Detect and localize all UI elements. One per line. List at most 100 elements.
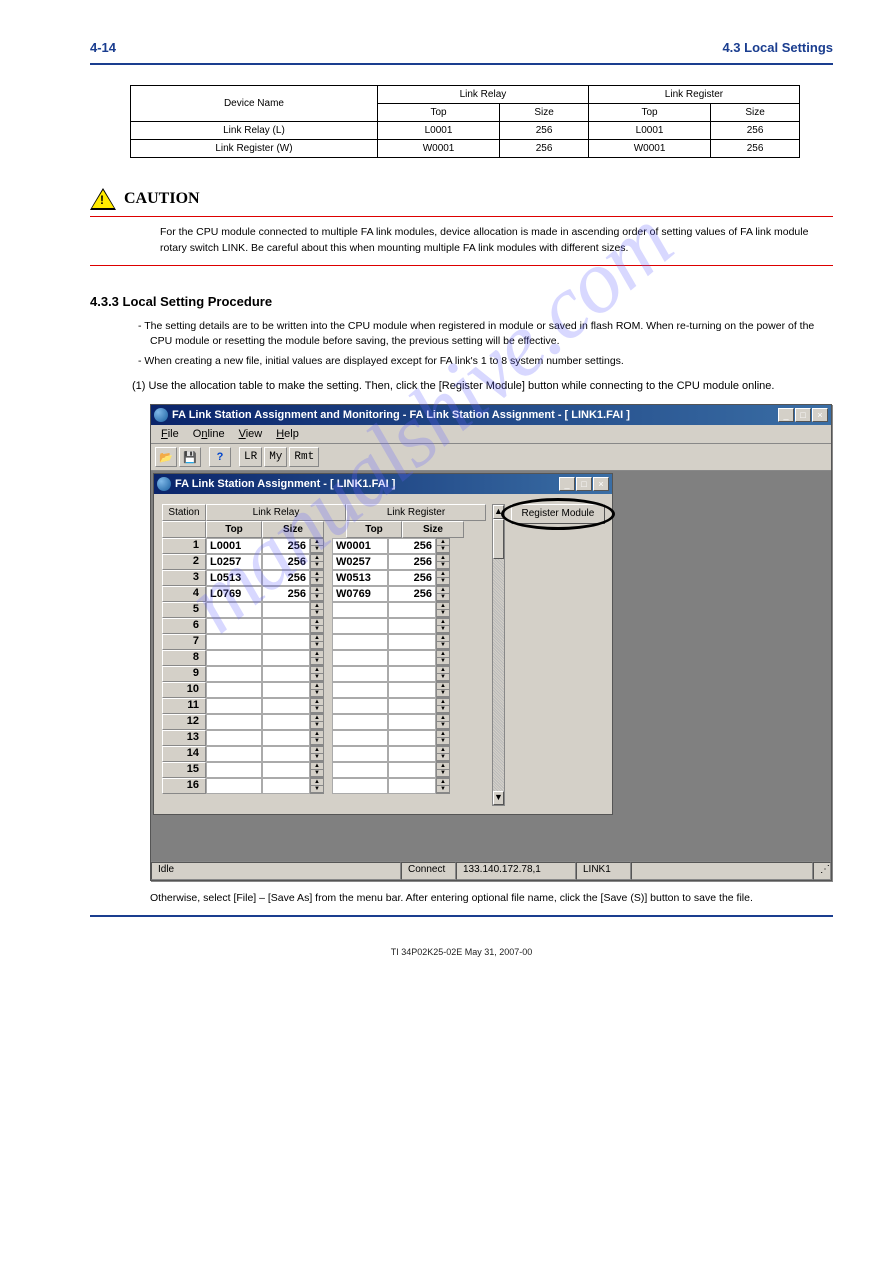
register-top-input[interactable]: [332, 618, 388, 634]
spin-control[interactable]: ▲▼: [436, 682, 450, 698]
spin-control[interactable]: ▲▼: [436, 714, 450, 730]
spin-control[interactable]: ▲▼: [436, 554, 450, 570]
maximize-button[interactable]: □: [795, 408, 811, 422]
child-titlebar[interactable]: FA Link Station Assignment - [ LINK1.FAI…: [154, 474, 612, 494]
register-top-input[interactable]: W0001: [332, 538, 388, 554]
register-size-input[interactable]: [388, 618, 436, 634]
register-top-input[interactable]: W0257: [332, 554, 388, 570]
relay-top-input[interactable]: [206, 634, 262, 650]
my-button[interactable]: My: [264, 447, 287, 467]
register-size-input[interactable]: 256: [388, 554, 436, 570]
minimize-button[interactable]: _: [778, 408, 794, 422]
relay-size-input[interactable]: 256: [262, 538, 310, 554]
relay-top-input[interactable]: L0513: [206, 570, 262, 586]
close-button[interactable]: ×: [812, 408, 828, 422]
spin-control[interactable]: ▲▼: [436, 746, 450, 762]
spin-control[interactable]: ▲▼: [436, 666, 450, 682]
register-size-input[interactable]: [388, 778, 436, 794]
spin-control[interactable]: ▲▼: [436, 538, 450, 554]
relay-size-input[interactable]: [262, 602, 310, 618]
register-size-input[interactable]: [388, 602, 436, 618]
relay-size-input[interactable]: [262, 666, 310, 682]
lr-button[interactable]: LR: [239, 447, 262, 467]
register-top-input[interactable]: W0513: [332, 570, 388, 586]
relay-top-input[interactable]: L0769: [206, 586, 262, 602]
spin-control[interactable]: ▲▼: [310, 714, 324, 730]
spin-control[interactable]: ▲▼: [310, 682, 324, 698]
spin-control[interactable]: ▲▼: [436, 650, 450, 666]
register-size-input[interactable]: [388, 762, 436, 778]
close-button[interactable]: ×: [593, 477, 609, 491]
spin-control[interactable]: ▲▼: [310, 730, 324, 746]
register-top-input[interactable]: [332, 698, 388, 714]
register-top-input[interactable]: [332, 682, 388, 698]
relay-top-input[interactable]: L0257: [206, 554, 262, 570]
relay-top-input[interactable]: L0001: [206, 538, 262, 554]
spin-control[interactable]: ▲▼: [310, 602, 324, 618]
relay-top-input[interactable]: [206, 682, 262, 698]
relay-size-input[interactable]: [262, 698, 310, 714]
spin-control[interactable]: ▲▼: [436, 762, 450, 778]
relay-top-input[interactable]: [206, 714, 262, 730]
spin-control[interactable]: ▲▼: [436, 778, 450, 794]
rmt-button[interactable]: Rmt: [289, 447, 319, 467]
relay-size-input[interactable]: 256: [262, 586, 310, 602]
spin-control[interactable]: ▲▼: [310, 666, 324, 682]
menu-view[interactable]: View: [233, 427, 269, 441]
spin-control[interactable]: ▲▼: [310, 778, 324, 794]
register-top-input[interactable]: W0769: [332, 586, 388, 602]
spin-control[interactable]: ▲▼: [310, 554, 324, 570]
open-button[interactable]: 📂: [155, 447, 177, 467]
relay-size-input[interactable]: [262, 746, 310, 762]
menu-file[interactable]: File: [155, 427, 185, 441]
register-size-input[interactable]: 256: [388, 570, 436, 586]
register-top-input[interactable]: [332, 746, 388, 762]
relay-top-input[interactable]: [206, 698, 262, 714]
spin-control[interactable]: ▲▼: [310, 586, 324, 602]
spin-control[interactable]: ▲▼: [310, 618, 324, 634]
save-button[interactable]: 💾: [179, 447, 201, 467]
relay-top-input[interactable]: [206, 778, 262, 794]
spin-control[interactable]: ▲▼: [310, 746, 324, 762]
menu-online[interactable]: Online: [187, 427, 231, 441]
register-size-input[interactable]: [388, 666, 436, 682]
menu-help[interactable]: Help: [270, 427, 305, 441]
scroll-thumb[interactable]: [493, 519, 504, 559]
relay-size-input[interactable]: [262, 634, 310, 650]
relay-size-input[interactable]: 256: [262, 570, 310, 586]
relay-top-input[interactable]: [206, 746, 262, 762]
relay-size-input[interactable]: [262, 762, 310, 778]
minimize-button[interactable]: _: [559, 477, 575, 491]
spin-control[interactable]: ▲▼: [310, 762, 324, 778]
register-top-input[interactable]: [332, 650, 388, 666]
vertical-scrollbar[interactable]: ▲ ▼: [492, 504, 505, 806]
register-size-input[interactable]: [388, 634, 436, 650]
scroll-down-icon[interactable]: ▼: [493, 791, 504, 805]
spin-control[interactable]: ▲▼: [436, 602, 450, 618]
relay-top-input[interactable]: [206, 666, 262, 682]
register-top-input[interactable]: [332, 762, 388, 778]
relay-top-input[interactable]: [206, 730, 262, 746]
register-top-input[interactable]: [332, 730, 388, 746]
spin-control[interactable]: ▲▼: [436, 634, 450, 650]
relay-top-input[interactable]: [206, 650, 262, 666]
relay-size-input[interactable]: [262, 618, 310, 634]
relay-size-input[interactable]: 256: [262, 554, 310, 570]
spin-control[interactable]: ▲▼: [436, 586, 450, 602]
relay-size-input[interactable]: [262, 682, 310, 698]
relay-top-input[interactable]: [206, 602, 262, 618]
relay-top-input[interactable]: [206, 618, 262, 634]
spin-control[interactable]: ▲▼: [310, 634, 324, 650]
relay-size-input[interactable]: [262, 778, 310, 794]
register-size-input[interactable]: [388, 698, 436, 714]
spin-control[interactable]: ▲▼: [436, 618, 450, 634]
spin-control[interactable]: ▲▼: [436, 698, 450, 714]
spin-control[interactable]: ▲▼: [436, 570, 450, 586]
register-top-input[interactable]: [332, 714, 388, 730]
relay-top-input[interactable]: [206, 762, 262, 778]
maximize-button[interactable]: □: [576, 477, 592, 491]
titlebar[interactable]: FA Link Station Assignment and Monitorin…: [151, 405, 831, 425]
register-size-input[interactable]: [388, 714, 436, 730]
register-size-input[interactable]: [388, 682, 436, 698]
register-top-input[interactable]: [332, 666, 388, 682]
